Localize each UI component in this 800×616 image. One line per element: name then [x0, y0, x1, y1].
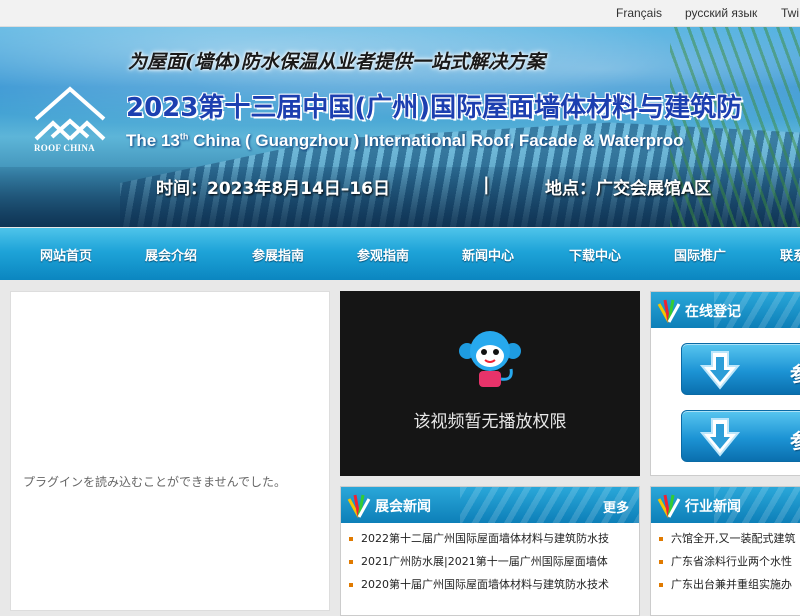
nav-visitor-guide[interactable]: 参观指南 — [357, 245, 409, 264]
nav-about[interactable]: 展会介绍 — [145, 245, 197, 264]
expo-news-item[interactable]: 2022第十二届广州国际屋面墙体材料与建筑防水技 — [349, 530, 633, 546]
language-bar: Français русский язык Twi — [0, 0, 800, 27]
video-player[interactable]: 该视频暂无播放权限 — [340, 291, 640, 476]
industry-news-box: 行业新闻 六馆全开,又一装配式建筑 广东省涂料行业两个水性 广东出台兼并重组实施… — [650, 486, 800, 616]
register-button-1[interactable]: 参 — [681, 343, 800, 395]
register-button-1-label: 参 — [790, 358, 800, 387]
industry-news-item[interactable]: 六馆全开,又一装配式建筑 — [659, 530, 800, 546]
banner-separator: | — [483, 174, 490, 195]
title-en-rest: China ( Guangzhou ) International Roof, … — [188, 131, 684, 150]
online-register-title: 在线登记 — [685, 304, 741, 320]
bullet-icon — [659, 583, 663, 587]
bullet-icon — [659, 537, 663, 541]
nav-international[interactable]: 国际推广 — [674, 245, 726, 264]
register-button-2-label: 参 — [790, 425, 800, 454]
expo-news-item[interactable]: 2020第十届广州国际屋面墙体材料与建筑防水技术 — [349, 576, 633, 592]
down-arrow-icon — [699, 418, 741, 457]
nav-download-center[interactable]: 下载中心 — [569, 245, 621, 264]
video-no-permission-message: 该视频暂无播放权限 — [413, 412, 567, 432]
nav-exhibitor-guide[interactable]: 参展指南 — [252, 245, 304, 264]
industry-news-item[interactable]: 广东省涂料行业两个水性 — [659, 553, 800, 569]
online-register-box: 在线登记 参 参 — [650, 291, 800, 476]
monkey-mascot-icon — [459, 331, 521, 387]
bullet-icon — [349, 537, 353, 541]
title-en-prefix: The 13 — [126, 131, 180, 150]
nav-home[interactable]: 网站首页 — [40, 245, 92, 264]
banner-title-english: The 13th China ( Guangzhou ) Internation… — [126, 131, 684, 151]
banner-venue: 地点：广交会展馆A区 — [545, 179, 712, 199]
bullet-icon — [349, 583, 353, 587]
expo-news-box: 展会新闻 更多 2022第十二届广州国际屋面墙体材料与建筑防水技 2021广州防… — [340, 486, 640, 616]
expo-news-header: 展会新闻 更多 — [341, 487, 639, 523]
logo-text: ROOF CHINA — [34, 143, 95, 153]
industry-news-item[interactable]: 广东出台兼并重组实施办 — [659, 576, 800, 592]
bullet-icon — [659, 560, 663, 564]
main-nav: 网站首页 展会介绍 参展指南 参观指南 新闻中心 下载中心 国际推广 联系 — [0, 228, 800, 280]
expo-news-more-link[interactable]: 更多 — [603, 497, 629, 516]
online-register-header: 在线登记 — [651, 292, 800, 328]
plugin-panel: プラグインを読み込むことができませんでした。 — [10, 291, 330, 611]
plugin-error-message: プラグインを読み込むことができませんでした。 — [23, 475, 287, 489]
fan-icon — [347, 494, 371, 518]
banner-date: 时间：2023年8月14日–16日 — [156, 179, 390, 199]
bullet-icon — [349, 560, 353, 564]
down-arrow-icon — [699, 351, 741, 390]
banner-title-chinese: 2023第十三届中国(广州)国际屋面墙体材料与建筑防 — [126, 93, 743, 123]
register-button-2[interactable]: 参 — [681, 410, 800, 462]
lang-french-link[interactable]: Français — [616, 6, 662, 20]
fan-icon — [657, 299, 681, 323]
nav-news-center[interactable]: 新闻中心 — [462, 245, 514, 264]
industry-news-title: 行业新闻 — [685, 499, 741, 515]
expo-news-title: 展会新闻 — [375, 499, 431, 515]
expo-news-item[interactable]: 2021广州防水展|2021第十一届广州国际屋面墙体 — [349, 553, 633, 569]
lang-twitter-link[interactable]: Twi — [781, 6, 799, 20]
lang-russian-link[interactable]: русский язык — [685, 6, 757, 20]
fan-icon — [657, 494, 681, 518]
nav-contact[interactable]: 联系 — [780, 245, 800, 264]
banner-slogan: 为屋面(墙体)防水保温从业者提供一站式解决方案 — [128, 51, 545, 73]
hero-banner: ROOF CHINA 为屋面(墙体)防水保温从业者提供一站式解决方案 2023第… — [0, 27, 800, 227]
industry-news-header: 行业新闻 — [651, 487, 800, 523]
